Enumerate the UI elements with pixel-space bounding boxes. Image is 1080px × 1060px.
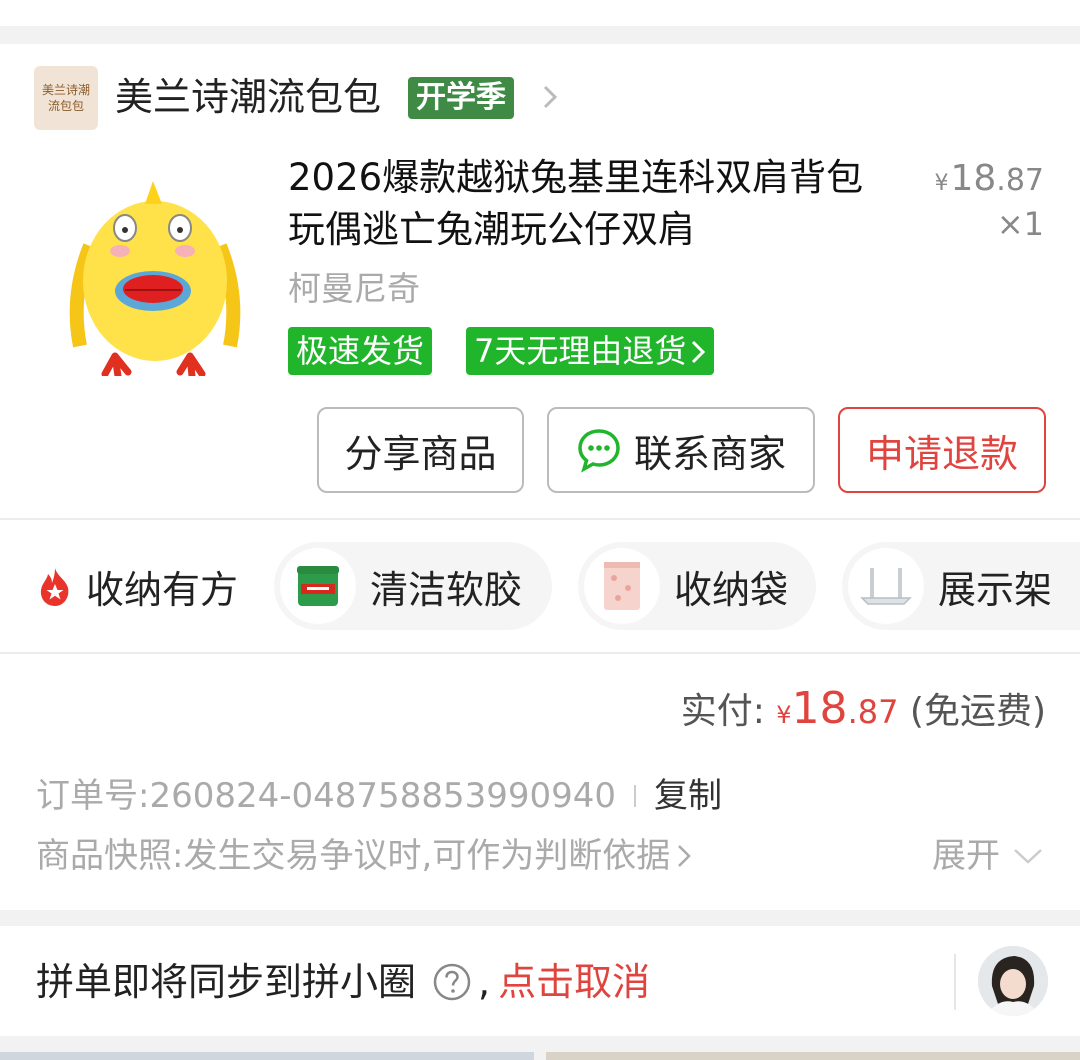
storage-section-title: 收纳有方	[36, 559, 238, 614]
amount-integer: 18	[791, 683, 848, 734]
expand-button[interactable]: 展开	[932, 832, 1044, 880]
storage-chip-label: 展示架	[938, 567, 1053, 612]
storage-chip-label: 清洁软胶	[370, 567, 523, 612]
amount-paid-value: ¥18.87	[776, 684, 899, 734]
copy-order-number-button[interactable]: 复制	[654, 772, 722, 820]
section-divider	[0, 518, 1080, 520]
fire-icon	[40, 567, 69, 606]
cleaning-gel-jar-icon	[280, 548, 356, 624]
amount-paid: 实付: ¥18.87 (免运费)	[681, 684, 1046, 740]
order-number-value: 260824-048758853990940	[149, 776, 617, 816]
amount-currency: ¥	[776, 701, 792, 729]
product-title[interactable]: 2026爆款越狱兔基里连科双肩背包玩偶逃亡兔潮玩公仔双肩	[288, 152, 878, 256]
amount-decimal: .87	[847, 693, 899, 731]
chat-icon	[578, 429, 620, 473]
request-refund-button[interactable]: 申请退款	[838, 407, 1046, 493]
cancel-sync-link[interactable]: 点击取消	[498, 956, 650, 1008]
next-card-peek	[0, 1052, 534, 1060]
storage-bag-icon	[584, 548, 660, 624]
product-image[interactable]	[50, 176, 260, 376]
snapshot-text: 发生交易争议时,可作为判断依据	[183, 836, 671, 876]
price-currency: ¥	[934, 171, 949, 196]
help-icon[interactable]	[432, 962, 472, 1002]
fast-shipping-badge: 极速发货	[288, 327, 433, 375]
shop-logo[interactable]: 美兰诗潮流包包	[34, 66, 98, 130]
group-sync-text: 拼单即将同步到拼小圈	[36, 960, 417, 1004]
storage-chip-label: 收纳袋	[674, 567, 789, 612]
order-number-label: 订单号:	[36, 776, 150, 816]
user-avatar[interactable]	[978, 946, 1048, 1016]
chevron-down-icon	[1014, 849, 1042, 864]
snapshot-label: 商品快照:	[36, 836, 184, 876]
shop-logo-text: 美兰诗潮流包包	[41, 83, 90, 113]
product-price: ¥18.87	[934, 156, 1044, 207]
group-sync-notice: 拼单即将同步到拼小圈 , 点击取消	[36, 956, 650, 1008]
return-policy-label: 7天无理由退货	[474, 332, 687, 370]
share-product-button[interactable]: 分享商品	[317, 407, 524, 493]
shop-name[interactable]: 美兰诗潮流包包	[115, 72, 381, 122]
chevron-right-icon	[678, 845, 692, 867]
vertical-separator	[954, 954, 956, 1010]
comma: ,	[478, 960, 491, 1004]
contact-seller-button[interactable]: 联系商家	[547, 407, 815, 493]
return-policy-badge[interactable]: 7天无理由退货	[466, 327, 715, 375]
storage-chip-storage-bag[interactable]: 收纳袋	[578, 542, 816, 630]
storage-section-label: 收纳有方	[86, 568, 239, 612]
share-product-label: 分享商品	[344, 431, 497, 476]
contact-seller-label: 联系商家	[633, 431, 786, 476]
product-quantity: ×1	[996, 205, 1044, 243]
previous-card-bottom	[0, 0, 1080, 26]
amount-paid-label: 实付:	[680, 691, 765, 732]
section-divider	[0, 652, 1080, 654]
storage-chip-cleaning-gel[interactable]: 清洁软胶	[274, 542, 552, 630]
storage-chip-display-stand[interactable]: 展示架	[842, 542, 1080, 630]
chevron-right-icon[interactable]	[540, 82, 560, 112]
chevron-right-icon	[692, 340, 706, 364]
vertical-separator	[634, 785, 637, 807]
shop-tag-badge: 开学季	[408, 77, 514, 119]
group-sync-card: 拼单即将同步到拼小圈 , 点击取消	[0, 926, 1080, 1036]
order-card: 美兰诗潮流包包 美兰诗潮流包包 开学季 2026爆款越狱兔基里连科双肩背包玩偶逃…	[0, 44, 1080, 910]
price-integer: 18	[950, 158, 997, 199]
display-stand-icon	[848, 548, 924, 624]
expand-label: 展开	[932, 836, 1000, 876]
shipping-note: (免运费)	[909, 691, 1046, 732]
next-card-peek	[546, 1052, 1080, 1060]
product-snapshot-row[interactable]: 商品快照: 发生交易争议时,可作为判断依据	[36, 832, 692, 880]
request-refund-label: 申请退款	[865, 431, 1018, 476]
order-number-row: 订单号: 260824-048758853990940 复制	[36, 772, 722, 820]
product-sku: 柯曼尼奇	[288, 269, 420, 308]
price-decimal: .87	[996, 163, 1044, 198]
